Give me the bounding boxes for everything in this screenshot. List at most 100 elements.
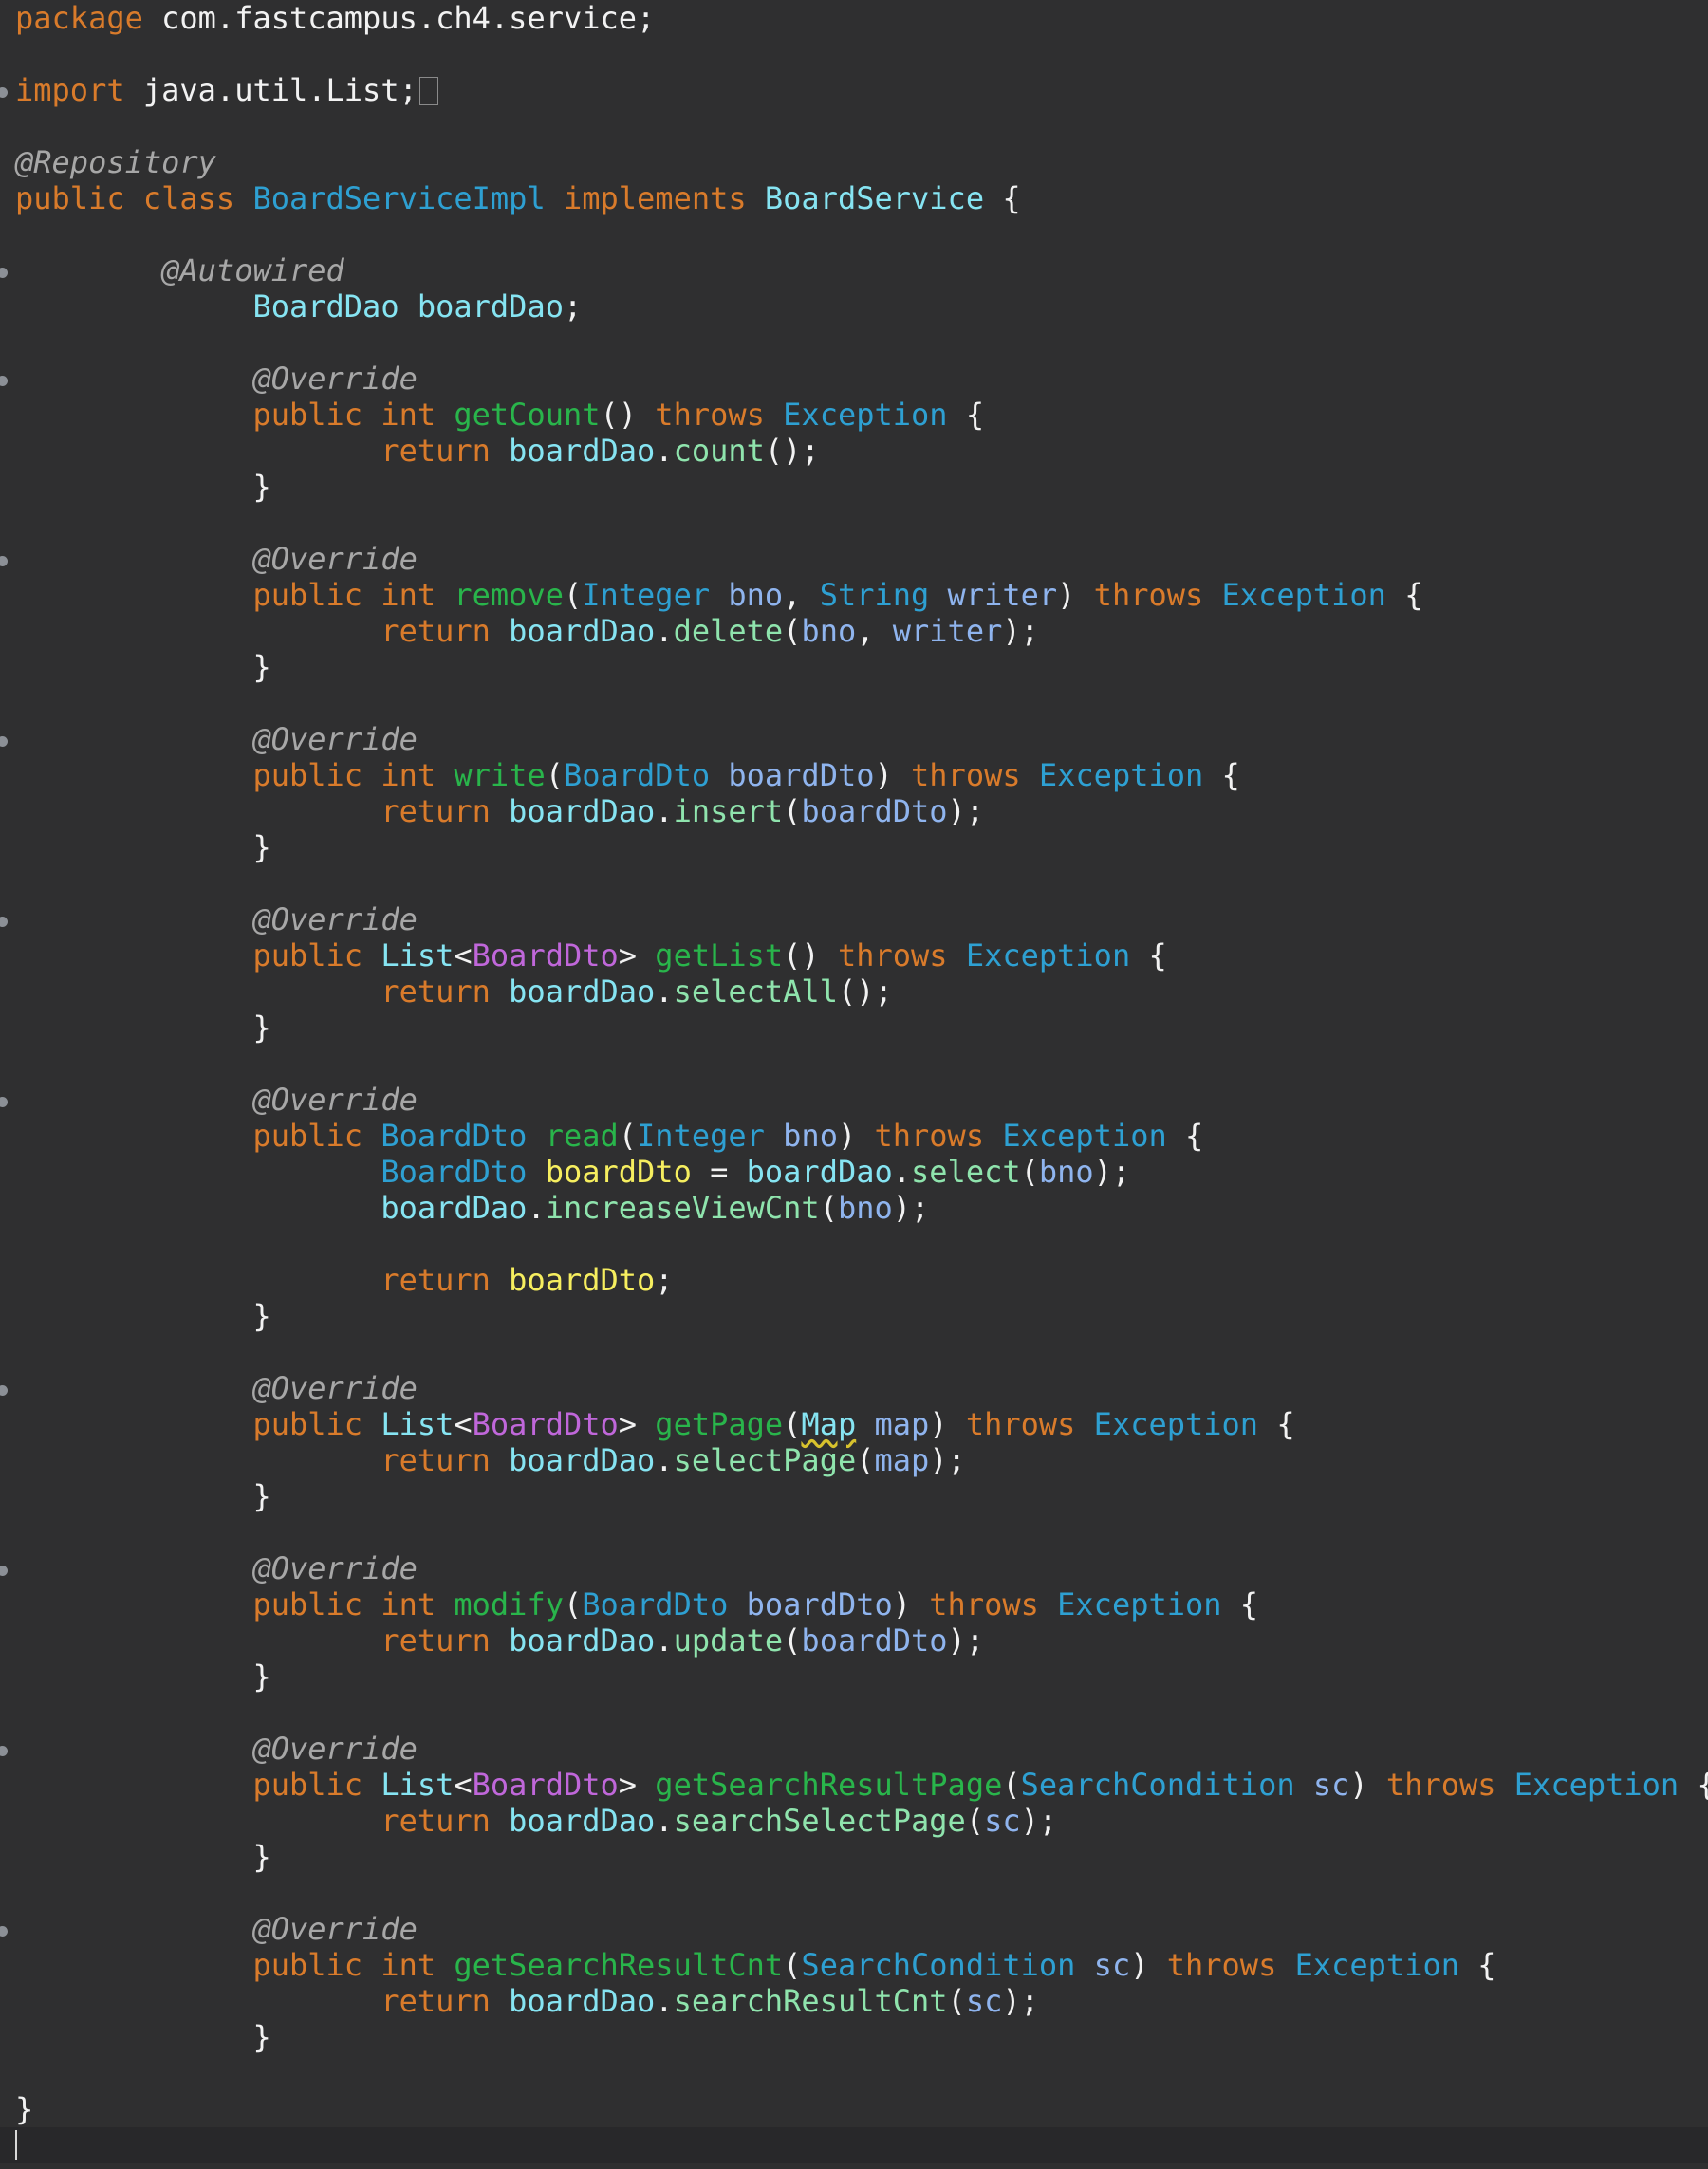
code-token: @Override — [252, 1370, 418, 1406]
code-token: import — [15, 72, 125, 108]
code-line[interactable]: @Override — [0, 361, 1708, 397]
fold-marker-icon[interactable] — [0, 1926, 8, 1937]
code-line[interactable]: } — [0, 829, 1708, 865]
code-line[interactable]: } — [0, 1478, 1708, 1514]
code-line[interactable]: public int modify(BoardDto boardDto) thr… — [0, 1586, 1708, 1622]
code-token: getSearchResultPage — [655, 1767, 1003, 1803]
fold-marker-icon[interactable] — [0, 87, 8, 98]
code-line[interactable]: @Repository — [0, 144, 1708, 180]
code-token: String — [819, 577, 930, 613]
fold-marker-icon[interactable] — [0, 268, 8, 278]
code-editor[interactable]: package com.fastcampus.ch4.service; impor… — [0, 0, 1708, 2169]
code-line[interactable]: } — [0, 1010, 1708, 1046]
code-line[interactable]: BoardDto boardDto = boardDao.select(bno)… — [0, 1154, 1708, 1190]
code-line[interactable]: @Override — [0, 1911, 1708, 1947]
code-line[interactable] — [0, 1695, 1708, 1731]
code-line[interactable]: } — [0, 1659, 1708, 1695]
code-line[interactable]: public int write(BoardDto boardDto) thro… — [0, 757, 1708, 793]
fold-marker-icon[interactable] — [0, 736, 8, 747]
code-line[interactable]: BoardDao boardDao; — [0, 288, 1708, 324]
code-line[interactable]: } — [0, 1298, 1708, 1334]
folded-imports-icon[interactable] — [418, 77, 438, 105]
code-line[interactable] — [0, 685, 1708, 721]
code-token: selectPage — [673, 1442, 857, 1478]
code-line[interactable]: return boardDao.selectPage(map); — [0, 1442, 1708, 1478]
code-line[interactable]: public class BoardServiceImpl implements… — [0, 180, 1708, 216]
code-line[interactable]: @Autowired — [0, 252, 1708, 288]
code-token: sc — [984, 1803, 1021, 1839]
code-line[interactable]: public int getCount() throws Exception { — [0, 397, 1708, 433]
fold-marker-icon[interactable] — [0, 1097, 8, 1107]
code-line[interactable] — [0, 1875, 1708, 1911]
code-line[interactable]: @Override — [0, 541, 1708, 577]
code-token: . — [655, 1803, 674, 1839]
code-line[interactable]: return boardDao.selectAll(); — [0, 973, 1708, 1010]
code-line[interactable]: public List<BoardDto> getSearchResultPag… — [0, 1767, 1708, 1803]
code-line[interactable]: @Override — [0, 1731, 1708, 1767]
code-line[interactable]: public List<BoardDto> getList() throws E… — [0, 937, 1708, 973]
code-line[interactable] — [0, 1226, 1708, 1262]
fold-marker-icon[interactable] — [0, 556, 8, 566]
code-token: BoardDto — [563, 757, 711, 793]
code-line[interactable]: @Override — [0, 901, 1708, 937]
code-line[interactable] — [0, 108, 1708, 144]
code-line[interactable] — [0, 1046, 1708, 1082]
code-line[interactable]: boardDao.increaseViewCnt(bno); — [0, 1190, 1708, 1226]
code-line[interactable] — [0, 1514, 1708, 1550]
code-line[interactable]: return boardDao.searchResultCnt(sc); — [0, 1983, 1708, 2019]
code-token: throws — [965, 1406, 1076, 1442]
code-line[interactable]: public int remove(Integer bno, String wr… — [0, 577, 1708, 613]
code-token: Exception — [1038, 757, 1204, 793]
code-token: ); — [1002, 1983, 1039, 2019]
code-line[interactable]: return boardDto; — [0, 1262, 1708, 1298]
code-token: SearchCondition — [1020, 1767, 1295, 1803]
code-line[interactable]: public BoardDto read(Integer bno) throws… — [0, 1118, 1708, 1154]
code-token: boardDao — [509, 793, 656, 829]
code-line[interactable]: public List<BoardDto> getPage(Map map) t… — [0, 1406, 1708, 1442]
current-line[interactable] — [0, 2127, 1708, 2163]
code-token: ) — [892, 1586, 930, 1622]
code-line[interactable]: @Override — [0, 721, 1708, 757]
fold-marker-icon[interactable] — [0, 376, 8, 386]
code-line[interactable]: return boardDao.delete(bno, writer); — [0, 613, 1708, 649]
fold-marker-icon[interactable] — [0, 1746, 8, 1756]
code-token: { — [1221, 1586, 1259, 1622]
code-line[interactable]: } — [0, 1839, 1708, 1875]
code-line[interactable] — [0, 505, 1708, 541]
code-token: remove — [454, 577, 564, 613]
code-token: bno — [801, 613, 857, 649]
code-line[interactable]: @Override — [0, 1082, 1708, 1118]
code-line[interactable]: } — [0, 2091, 1708, 2127]
code-line[interactable] — [0, 865, 1708, 901]
code-line[interactable]: } — [0, 649, 1708, 685]
code-line[interactable] — [0, 36, 1708, 72]
code-line[interactable]: } — [0, 2019, 1708, 2055]
code-line[interactable]: return boardDao.count(); — [0, 433, 1708, 469]
code-line[interactable]: } — [0, 469, 1708, 505]
code-line[interactable]: return boardDao.searchSelectPage(sc); — [0, 1803, 1708, 1839]
code-line[interactable] — [0, 324, 1708, 361]
code-line[interactable]: @Override — [0, 1370, 1708, 1406]
code-line[interactable] — [0, 1334, 1708, 1370]
code-line[interactable]: return boardDao.update(boardDto); — [0, 1622, 1708, 1659]
code-line[interactable]: public int getSearchResultCnt(SearchCond… — [0, 1947, 1708, 1983]
fold-marker-icon[interactable] — [0, 1566, 8, 1576]
code-token: BoardDto — [381, 1118, 528, 1154]
fold-marker-icon[interactable] — [0, 917, 8, 927]
code-line[interactable] — [0, 216, 1708, 252]
code-line[interactable]: @Override — [0, 1550, 1708, 1586]
code-token: ( — [783, 1406, 802, 1442]
code-token: ( — [618, 1118, 638, 1154]
code-line[interactable]: import java.util.List; — [0, 72, 1708, 108]
code-line[interactable] — [0, 2055, 1708, 2091]
fold-marker-icon[interactable] — [0, 1385, 8, 1396]
code-line[interactable]: return boardDao.insert(boardDto); — [0, 793, 1708, 829]
code-line[interactable]: package com.fastcampus.ch4.service; — [0, 0, 1708, 36]
